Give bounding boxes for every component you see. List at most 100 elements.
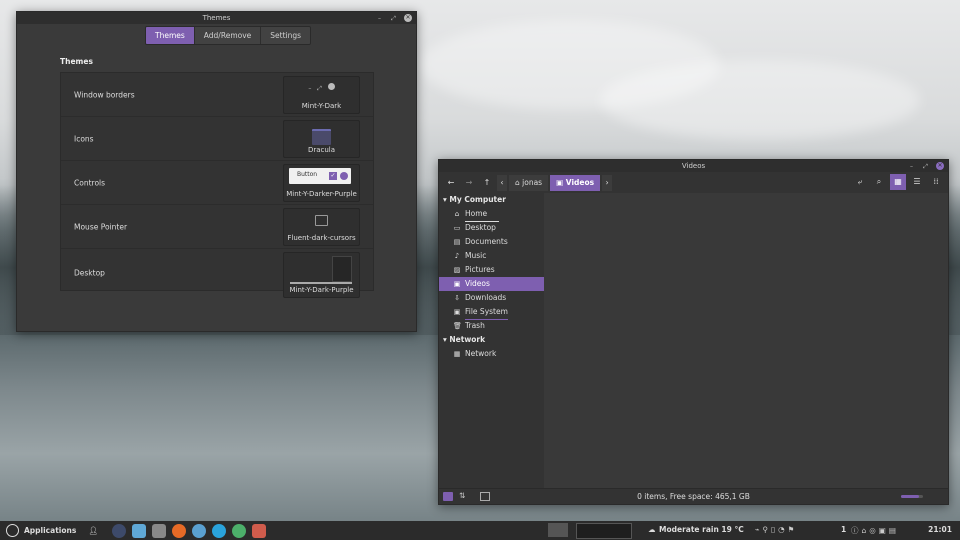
theme-name: Mint-Y-Dark <box>301 102 342 110</box>
terminal-icon[interactable] <box>111 523 126 538</box>
menu-label: Applications <box>24 526 77 535</box>
videos-icon: ▣ <box>453 280 461 288</box>
tab-themes[interactable]: Themes <box>146 27 195 44</box>
theme-name: Mint-Y-Darker-Purple <box>286 190 357 198</box>
desktop-chooser[interactable]: Mint-Y-Dark-Purple <box>283 252 360 298</box>
notification-count[interactable]: 1 <box>841 525 846 534</box>
sidebar-item-desktop[interactable]: ▭ Desktop <box>439 221 544 235</box>
menu-button[interactable]: Applications <box>6 524 76 537</box>
theme-row-desktop: Desktop Mint-Y-Dark-Purple <box>61 249 373 298</box>
icon-view-icon[interactable]: ▦ <box>890 174 906 190</box>
back-icon[interactable]: ← <box>443 175 459 191</box>
row-label: Controls <box>74 178 106 187</box>
icons-chooser[interactable]: Dracula <box>283 120 360 158</box>
desktop-icon: ▭ <box>453 224 461 232</box>
controls-chooser[interactable]: Button ✓ Mint-Y-Darker-Purple <box>283 164 360 202</box>
downloads-icon: ⇩ <box>454 294 460 302</box>
home-icon: ⌂ <box>454 210 460 218</box>
themes-titlebar[interactable]: Themes – ⤢ ✕ <box>17 12 416 24</box>
breadcrumb-videos[interactable]: ▣ Videos <box>550 174 601 191</box>
vpn-icon[interactable] <box>231 523 246 538</box>
controls-preview: Button ✓ <box>289 168 351 184</box>
telegram-icon[interactable] <box>211 523 226 538</box>
checkbox-icon: ✓ <box>329 172 337 180</box>
sidebar-item-pictures[interactable]: ▨ Pictures <box>439 263 544 277</box>
minimize-icon[interactable]: – <box>376 15 383 22</box>
sidebar-item-documents[interactable]: ▤ Documents <box>439 235 544 249</box>
folder-icon <box>312 129 331 145</box>
sidebar-section-my-computer[interactable]: ▾ My Computer <box>439 193 544 207</box>
sidebar-item-videos[interactable]: ▣ Videos <box>439 277 544 291</box>
workspace-switcher[interactable] <box>576 523 632 539</box>
maximize-icon[interactable]: ⤢ <box>922 163 929 170</box>
sidebar-section-network[interactable]: ▾ Network <box>439 333 544 347</box>
up-icon[interactable]: ↑ <box>479 175 495 191</box>
window-buttons-preview: – ⤢ <box>284 83 359 93</box>
window-borders-chooser[interactable]: – ⤢ Mint-Y-Dark <box>283 76 360 114</box>
sidebar-item-network[interactable]: ▦ Network <box>439 347 544 361</box>
search-icon[interactable]: ⌕ <box>871 174 887 190</box>
window-list-item-themes[interactable] <box>548 523 568 537</box>
row-label: Window borders <box>74 90 135 99</box>
theme-name: Dracula <box>307 146 336 154</box>
tab-settings[interactable]: Settings <box>261 27 311 44</box>
tray-icons[interactable]: ⌁⚲▯◔⚑ <box>755 525 797 534</box>
zoom-slider[interactable] <box>901 495 923 498</box>
firefox-icon[interactable] <box>171 523 186 538</box>
themes-window: Themes – ⤢ ✕ Themes Add/Remove Settings … <box>16 11 417 332</box>
sidebar-item-downloads[interactable]: ⇩ Downloads <box>439 291 544 305</box>
mouse-pointer-chooser[interactable]: Fluent-dark-cursors <box>283 208 360 246</box>
theme-row-controls: Controls Button ✓ Mint-Y-Darker-Purple <box>61 161 373 205</box>
files-icon[interactable] <box>131 523 146 538</box>
sidebar-item-file-system[interactable]: ▣ File System <box>439 305 544 320</box>
breadcrumb-home[interactable]: ⌂ jonas <box>509 174 549 191</box>
theme-list: Window borders – ⤢ Mint-Y-Dark Icons Dra… <box>60 72 374 298</box>
drive-icon: ▣ <box>453 308 461 316</box>
chevron-right-icon[interactable]: › <box>602 174 613 191</box>
bottom-panel: Applications 👤︎ ☁ Moderate rain 19 °C ⌁⚲… <box>0 521 960 540</box>
clock[interactable]: 21:01 <box>928 525 952 534</box>
files-titlebar[interactable]: Videos – ⤢ ✕ <box>439 160 948 172</box>
chromium-icon[interactable] <box>191 523 206 538</box>
tab-add-remove[interactable]: Add/Remove <box>194 27 262 44</box>
video-folder-icon: ▣ <box>556 177 566 187</box>
row-label: Desktop <box>74 268 105 278</box>
theme-name: Mint-Y-Dark-Purple <box>289 286 354 294</box>
forward-icon[interactable]: → <box>461 175 477 191</box>
close-icon[interactable]: ✕ <box>936 162 944 170</box>
row-label: Icons <box>74 134 94 143</box>
files-toolbar: ← → ↑ ‹ ⌂ jonas ▣ Videos › ⤶ ⌕ ▦ ☰ ⁞⁞ <box>439 172 948 193</box>
desktop-preview <box>332 256 352 282</box>
radio-icon <box>340 172 348 180</box>
window-title: Themes <box>202 14 231 22</box>
archive-icon[interactable] <box>151 523 166 538</box>
toggle-location-icon[interactable]: ⤶ <box>852 174 868 190</box>
image-icon <box>315 215 328 226</box>
sidebar-item-trash[interactable]: 🗑︎ Trash <box>439 319 544 333</box>
system-tray-icons[interactable]: ⓘ⌂◎▣▤ <box>851 525 899 536</box>
compact-view-icon[interactable]: ⁞⁞ <box>928 174 944 190</box>
weather-icon: ☁ <box>648 525 656 534</box>
music-icon: ♪ <box>454 252 460 260</box>
status-bar: ⇅ 0 items, Free space: 465,1 GB <box>439 488 948 504</box>
mint-logo-icon <box>6 524 19 537</box>
files-sidebar: ▾ My Computer ⌂ Home ▭ Desktop ▤ Documents … <box>439 193 544 488</box>
file-view[interactable] <box>544 193 948 488</box>
chevron-left-icon[interactable]: ‹ <box>497 174 507 191</box>
status-text: 0 items, Free space: 465,1 GB <box>637 492 750 501</box>
photos-icon[interactable] <box>251 523 266 538</box>
theme-row-mouse-pointer: Mouse Pointer Fluent-dark-cursors <box>61 205 373 249</box>
documents-icon: ▤ <box>453 238 461 246</box>
maximize-icon[interactable]: ⤢ <box>390 15 397 22</box>
weather-text[interactable]: Moderate rain 19 °C <box>659 525 744 534</box>
sidebar-item-music[interactable]: ♪ Music <box>439 249 544 263</box>
list-view-icon[interactable]: ☰ <box>909 174 925 190</box>
user-icon[interactable]: 👤︎ <box>88 526 98 535</box>
trash-icon: 🗑︎ <box>453 322 462 330</box>
sidebar-item-home[interactable]: ⌂ Home <box>439 207 544 222</box>
close-icon[interactable]: ✕ <box>404 14 412 22</box>
section-title: Themes <box>60 57 93 66</box>
theme-name: Fluent-dark-cursors <box>287 234 356 242</box>
minimize-icon[interactable]: – <box>908 163 915 170</box>
files-window: Videos – ⤢ ✕ ← → ↑ ‹ ⌂ jonas ▣ Videos › … <box>438 159 949 505</box>
